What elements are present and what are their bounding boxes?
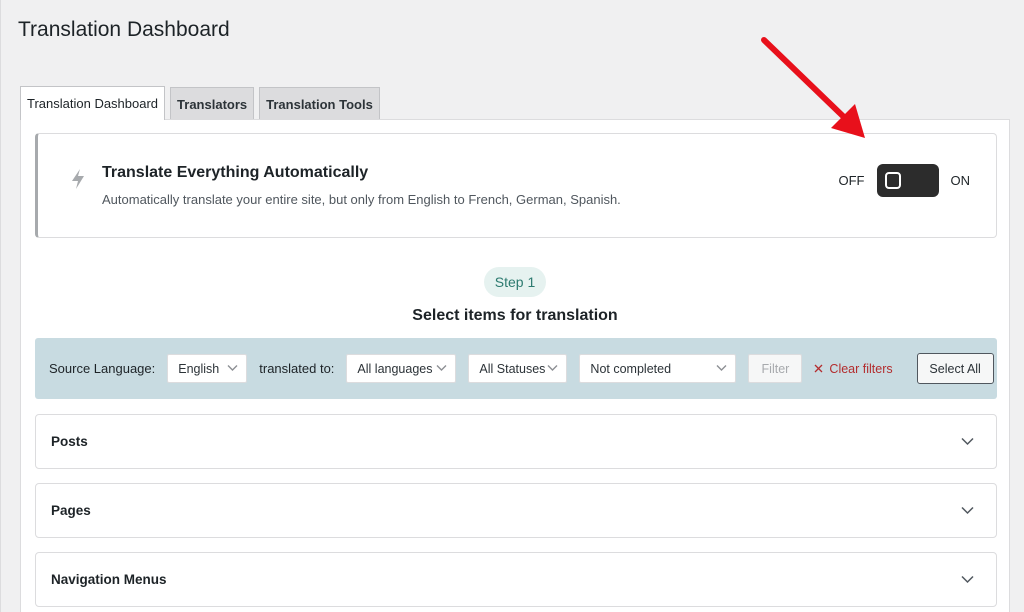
completion-value: Not completed xyxy=(590,361,672,376)
status-select[interactable]: All Statuses xyxy=(468,354,568,383)
tab-translators[interactable]: Translators xyxy=(170,87,255,120)
chevron-down-icon xyxy=(961,506,974,515)
toggle-on-label: ON xyxy=(950,173,971,188)
chevron-down-icon xyxy=(961,575,974,584)
target-languages-value: All languages xyxy=(357,361,433,376)
clear-filters-link[interactable]: Clear filters xyxy=(814,361,893,376)
completion-select[interactable]: Not completed xyxy=(579,354,737,383)
translated-to-label: translated to: xyxy=(259,361,335,376)
toggle-off-label: OFF xyxy=(838,173,865,188)
auto-translate-card: Translate Everything Automatically Autom… xyxy=(35,133,997,238)
chevron-down-icon xyxy=(547,365,558,371)
status-value: All Statuses xyxy=(479,361,546,376)
source-language-value: English xyxy=(178,361,220,376)
auto-translate-title: Translate Everything Automatically xyxy=(102,164,369,181)
chevron-down-icon xyxy=(716,365,727,371)
chevron-down-icon xyxy=(227,365,238,371)
filter-button[interactable]: Filter xyxy=(748,354,803,383)
chevron-down-icon xyxy=(961,437,974,446)
section-posts[interactable]: Posts xyxy=(35,414,997,469)
annotation-arrow-icon xyxy=(761,37,865,138)
clear-filters-label: Clear filters xyxy=(829,361,893,376)
step-heading: Select items for translation xyxy=(412,307,618,324)
bolt-icon xyxy=(72,169,84,189)
select-all-button[interactable]: Select All xyxy=(916,353,994,384)
section-label: Navigation Menus xyxy=(51,572,167,587)
source-language-label: Source Language: xyxy=(49,361,156,376)
tab-translation-dashboard[interactable]: Translation Dashboard xyxy=(20,86,166,120)
dashboard-panel: Translate Everything Automatically Autom… xyxy=(20,119,1010,612)
filter-bar: Source Language: English translated to: … xyxy=(35,338,997,399)
auto-translate-toggle-group: OFF ON xyxy=(838,164,971,197)
page-edge xyxy=(0,0,1,612)
toggle-knob xyxy=(884,172,901,189)
chevron-down-icon xyxy=(436,365,447,371)
auto-translate-toggle[interactable] xyxy=(876,164,939,197)
step-badge: Step 1 xyxy=(484,267,546,297)
tab-bar: Translation Dashboard Translators Transl… xyxy=(20,86,380,120)
target-languages-select[interactable]: All languages xyxy=(346,354,457,383)
section-label: Posts xyxy=(51,434,88,449)
auto-translate-description: Automatically translate your entire site… xyxy=(102,192,621,207)
section-pages[interactable]: Pages xyxy=(35,483,997,538)
section-navigation-menus[interactable]: Navigation Menus xyxy=(35,552,997,607)
close-icon xyxy=(814,364,823,373)
section-label: Pages xyxy=(51,503,91,518)
tab-translation-tools[interactable]: Translation Tools xyxy=(259,87,380,120)
page-title: Translation Dashboard xyxy=(18,18,230,41)
source-language-select[interactable]: English xyxy=(167,354,248,383)
